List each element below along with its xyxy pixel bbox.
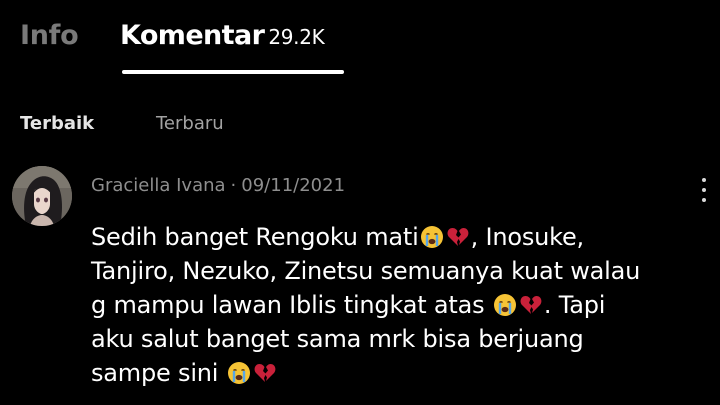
comment-text: g mampu lawan Iblis tingkat atas [91, 291, 492, 319]
comment-date: 09/11/2021 [241, 175, 346, 196]
meta-separator: · [230, 175, 237, 196]
comment-text: Tanjiro, Nezuko, Zinetsu semuanya kuat w… [91, 257, 641, 285]
comments-screen: Info Komentar 29.2K Terbaik Terbaru Grac… [0, 0, 720, 405]
comment-text: aku salut banget sama mrk bisa berjuang [91, 325, 584, 353]
comment-line: g mampu lawan Iblis tingkat atas . Tapi [91, 288, 701, 322]
active-tab-indicator [122, 70, 344, 74]
crying-face-icon [227, 362, 250, 384]
comment-author[interactable]: Graciella Ivana [91, 175, 226, 196]
comment-text: , Inosuke, [470, 223, 585, 251]
comment-text: Sedih banget Rengoku mati [91, 223, 419, 251]
crying-face-icon [493, 294, 516, 316]
tab-komentar[interactable]: Komentar 29.2K [120, 20, 325, 51]
broken-heart-icon [447, 228, 469, 246]
avatar[interactable] [12, 166, 72, 226]
crying-face-icon [420, 226, 443, 248]
avatar-image [12, 166, 72, 226]
comment-line: Sedih banget Rengoku mati , Inosuke, [91, 220, 701, 254]
tab-info[interactable]: Info [20, 20, 79, 51]
comment-text: . Tapi [543, 291, 606, 319]
comment-meta: Graciella Ivana · 09/11/2021 [91, 175, 345, 196]
broken-heart-icon [520, 296, 542, 314]
tab-komentar-label: Komentar [120, 20, 265, 51]
comment-text: sampe sini [91, 359, 226, 387]
sort-best-tab[interactable]: Terbaik [20, 113, 94, 134]
comment-count: 29.2K [268, 25, 325, 49]
more-options-icon[interactable] [700, 178, 708, 202]
comment-body: Sedih banget Rengoku mati , Inosuke, Tanj… [91, 220, 701, 390]
broken-heart-icon [254, 364, 276, 382]
comment-line: sampe sini [91, 356, 701, 390]
sort-newest-tab[interactable]: Terbaru [156, 113, 224, 134]
comment-line: Tanjiro, Nezuko, Zinetsu semuanya kuat w… [91, 254, 701, 288]
comment-line: aku salut banget sama mrk bisa berjuang [91, 322, 701, 356]
tab-bar: Info Komentar 29.2K [0, 0, 720, 90]
